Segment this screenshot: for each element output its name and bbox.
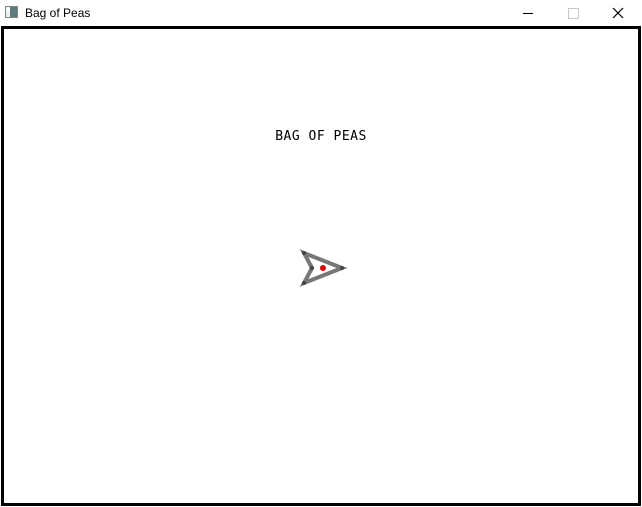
ship-vertex-top [302, 251, 306, 255]
maximize-button[interactable] [550, 0, 595, 26]
window-title: Bag of Peas [25, 6, 91, 20]
arrowhead-ship-icon [299, 249, 348, 287]
close-icon [612, 7, 624, 19]
ship-vertex-nose [340, 266, 344, 270]
close-button[interactable] [595, 0, 640, 26]
game-canvas[interactable]: BAG OF PEAS [1, 26, 641, 506]
app-window-icon[interactable] [5, 6, 18, 18]
game-title: BAG OF PEAS [275, 129, 367, 144]
title-bar[interactable]: Bag of Peas [0, 0, 642, 26]
ship-core [320, 265, 326, 271]
application-window: Bag of Peas BAG OF PEAS [0, 0, 642, 507]
ship-vertex-bottom [302, 281, 306, 285]
ship-vertex-notch [310, 266, 314, 270]
minimize-button[interactable] [505, 0, 550, 26]
